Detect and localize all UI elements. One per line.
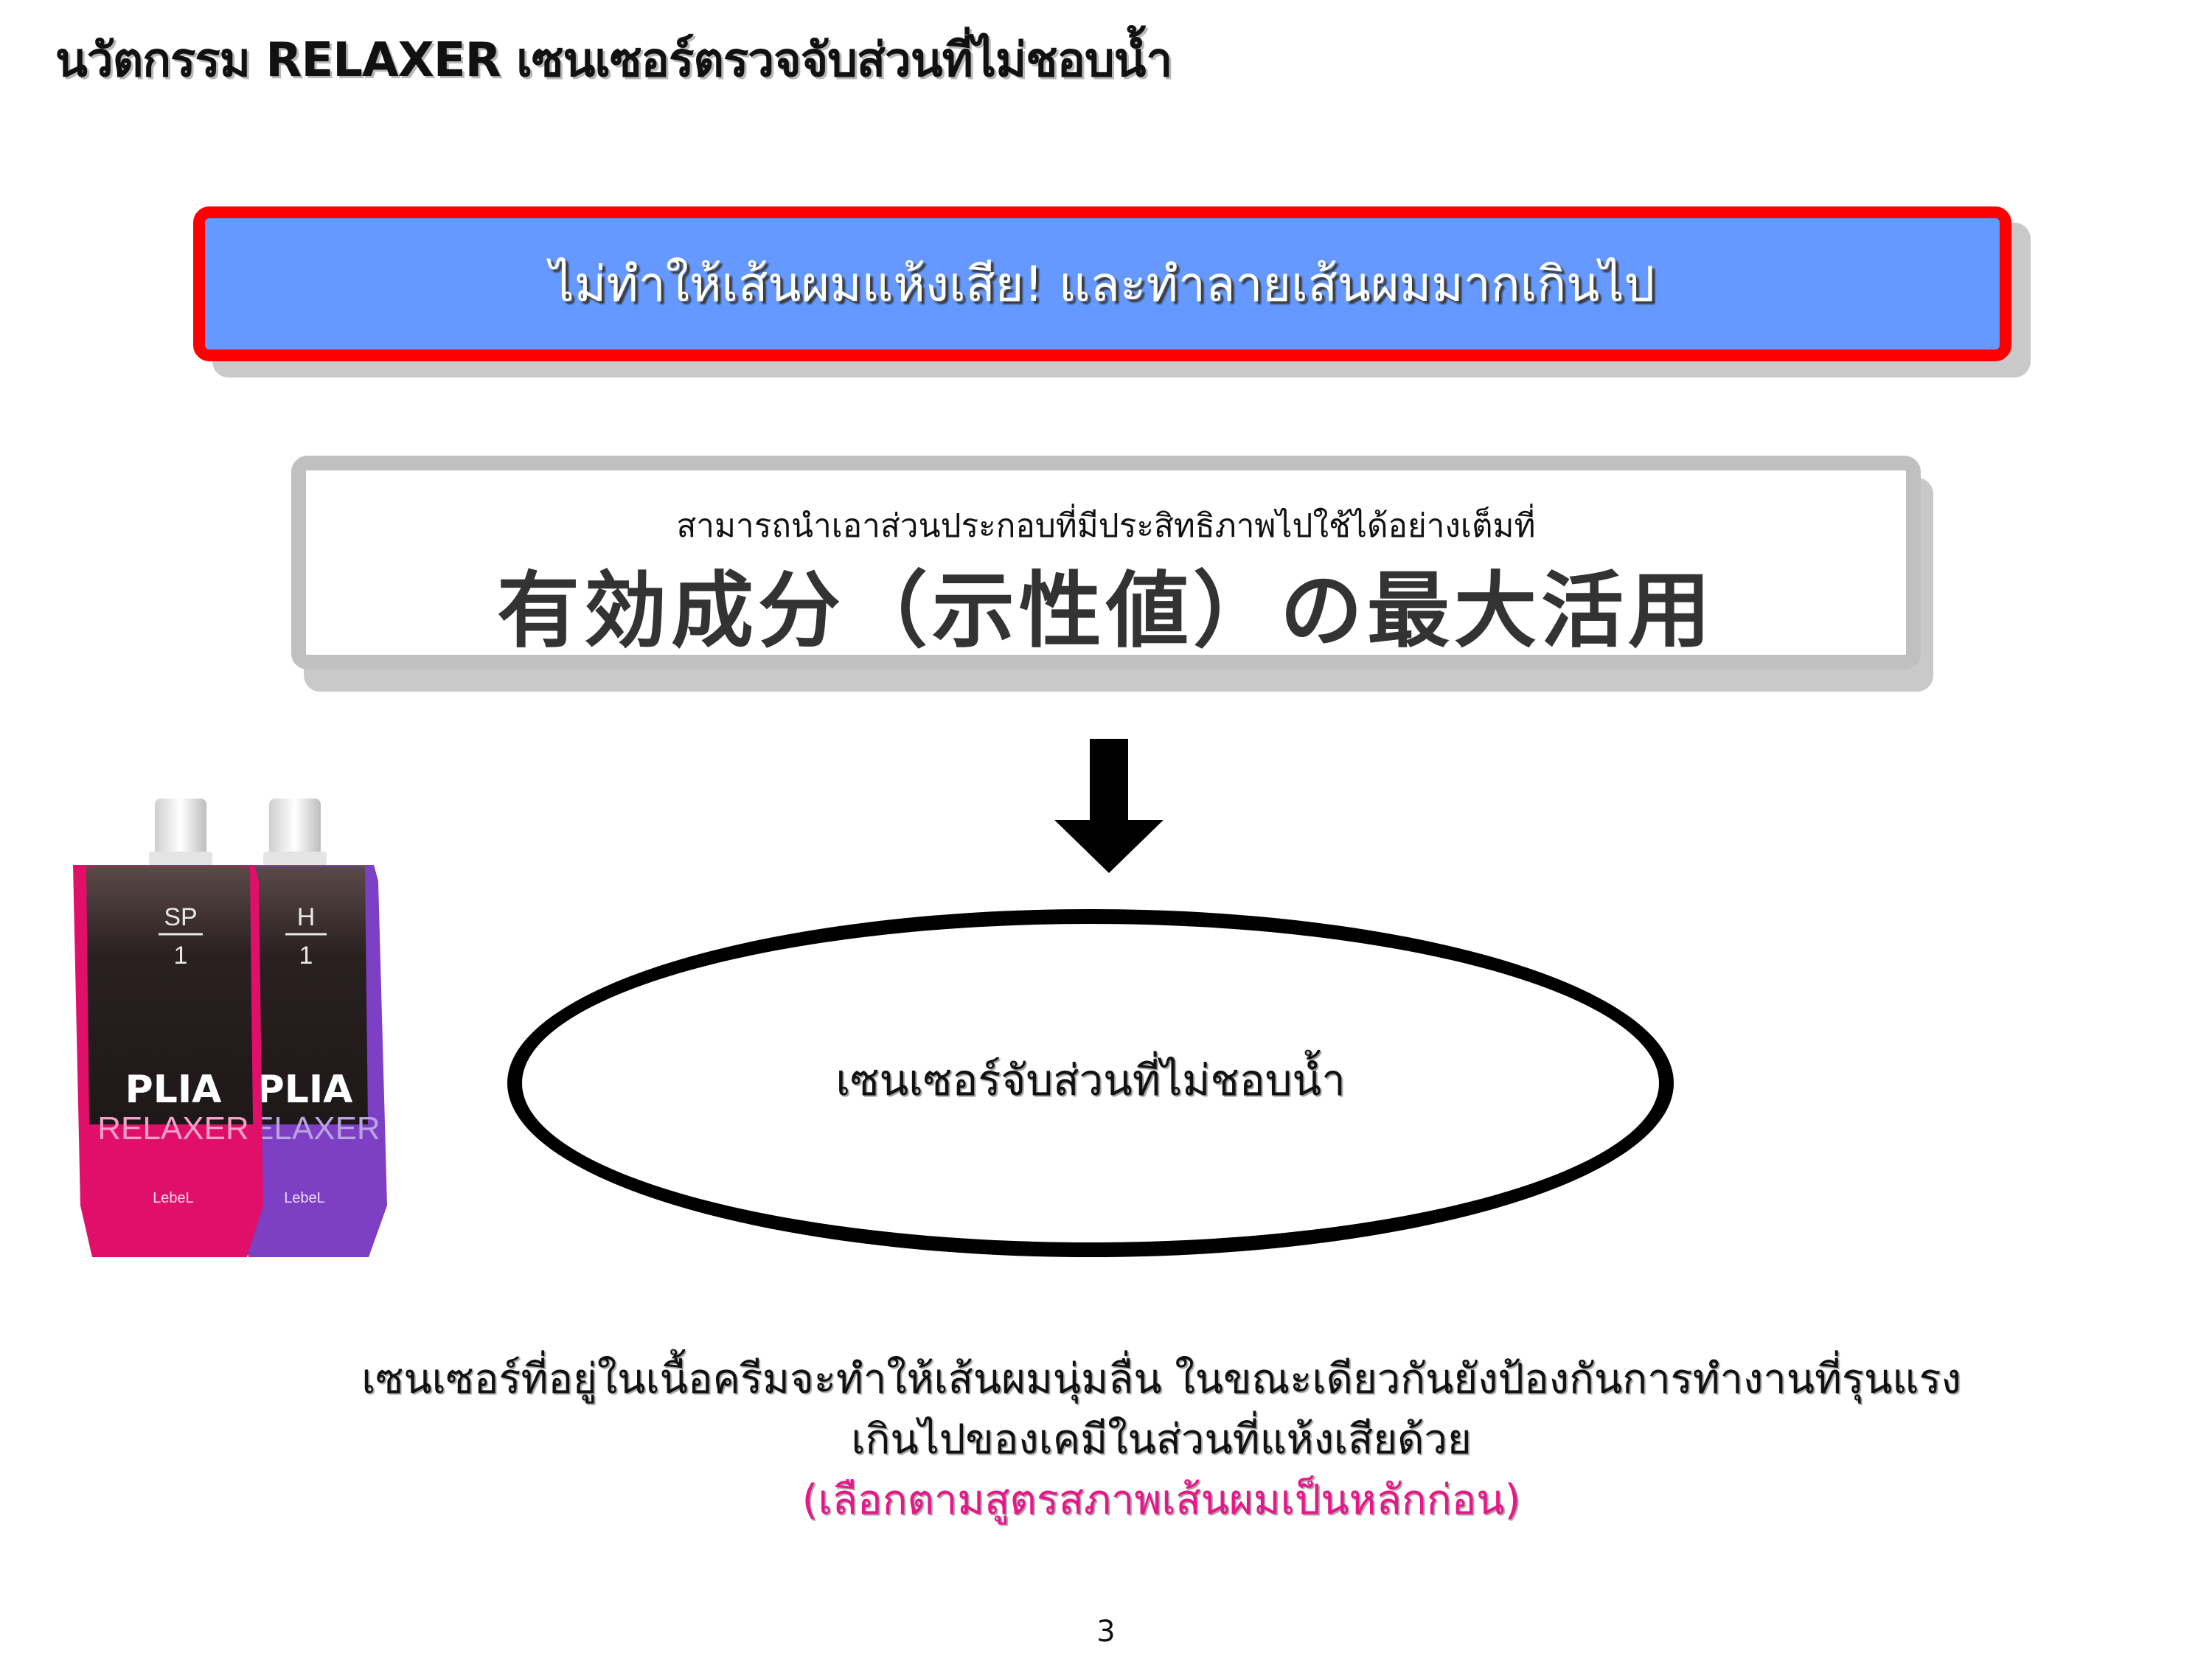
- concept-box: สามารถนำเอาส่วนประกอบที่มีประสิทธิภาพไปใ…: [291, 456, 1921, 669]
- product-sp-maker: LebeL: [153, 1190, 194, 1206]
- description-text: เซนเซอร์ที่อยู่ในเนื้อครีมจะทำให้เส้นผมน…: [221, 1349, 2101, 1531]
- product-sp-number: 1: [174, 942, 188, 970]
- page-number: 3: [1096, 1615, 1116, 1649]
- product-h-number: 1: [299, 942, 313, 970]
- description-note: (เลือกตามสูตรสภาพเส้นผมเป็นหลักก่อน): [801, 1476, 1521, 1524]
- product-pouches-image: H 1 PLIA RELAXER LebeL SP 1 PLIA RELAXER…: [73, 799, 387, 1257]
- product-h-maker: LebeL: [284, 1190, 325, 1206]
- product-h-brand: PLIA: [257, 1068, 353, 1112]
- sensor-ellipse: เซนเซอร์จับส่วนที่ไม่ชอบน้ำ: [507, 909, 1674, 1257]
- sensor-label: เซนเซอร์จับส่วนที่ไม่ชอบน้ำ: [835, 1054, 1346, 1105]
- description-line-1: เซนเซอร์ที่อยู่ในเนื้อครีมจะทำให้เส้นผมน…: [361, 1355, 1961, 1403]
- concept-main-text: 有効成分（示性値）の最大活用: [497, 563, 1715, 659]
- headline-text: ไม่ทำให้เส้นผมแห้งเสีย! และทำลายเส้นผมมา…: [549, 255, 1655, 313]
- product-sp-code: SP: [164, 903, 197, 931]
- headline-box: ไม่ทำให้เส้นผมแห้งเสีย! และทำลายเส้นผมมา…: [193, 206, 2011, 361]
- page-title: นวัตกรรม RELAXER เซนเซอร์ตรวจจับส่วนที่ไ…: [55, 33, 1172, 88]
- product-pouch-sp: SP 1 PLIA RELAXER LebeL: [73, 799, 263, 1257]
- product-h-code: H: [297, 903, 316, 931]
- product-sp-line: RELAXER: [97, 1110, 248, 1147]
- down-arrow-icon: [1054, 739, 1164, 873]
- product-sp-brand: PLIA: [125, 1068, 222, 1112]
- description-line-2: เกินไปของเคมีในส่วนที่แห้งเสียด้วย: [851, 1416, 1472, 1464]
